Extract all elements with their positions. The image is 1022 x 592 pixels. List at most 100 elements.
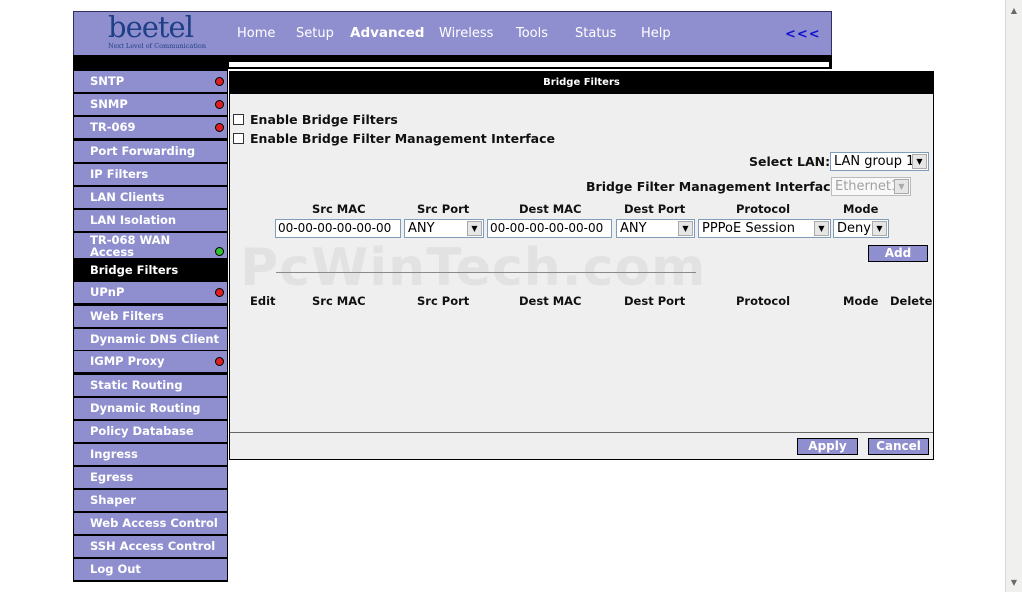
chevron-down-icon: ▼ xyxy=(814,221,829,236)
sidebar-item-ip-filters[interactable]: IP Filters xyxy=(74,164,227,185)
table-header-dest-port: Dest Port xyxy=(624,294,686,308)
divider xyxy=(276,272,696,273)
sidebar-item-tr068-wan-access[interactable]: TR-068 WAN Access xyxy=(74,233,227,258)
nav-back-link[interactable]: <<< xyxy=(785,27,821,42)
src-port-value: ANY xyxy=(408,221,435,236)
sidebar-item-label: IGMP Proxy xyxy=(90,354,165,368)
sidebar-item-lan-isolation[interactable]: LAN Isolation xyxy=(74,210,227,231)
logo-tagline: Next Level of Communication xyxy=(108,42,207,50)
sidebar-item-label: Egress xyxy=(90,470,134,484)
sidebar-item-web-access-control[interactable]: Web Access Control xyxy=(74,513,227,534)
header-bar: beetel Next Level of Communication Home … xyxy=(73,10,832,56)
sidebar-item-label: TR-069 xyxy=(90,120,136,134)
sidebar-item-label: TR-068 WAN Access xyxy=(90,233,171,258)
sidebar-item-igmp-proxy[interactable]: IGMP Proxy xyxy=(74,351,227,372)
chevron-down-icon: ▼ xyxy=(872,221,887,236)
nav-help[interactable]: Help xyxy=(641,26,671,41)
form-header-mode: Mode xyxy=(843,202,879,216)
dest-port-dropdown[interactable]: ANY ▼ xyxy=(616,219,695,238)
table-header-delete: Delete xyxy=(890,294,933,308)
table-header-src-port: Src Port xyxy=(417,294,470,308)
panel-title: Bridge Filters xyxy=(230,72,933,94)
sidebar-item-bridge-filters[interactable]: Bridge Filters xyxy=(74,260,227,281)
form-header-src-mac: Src MAC xyxy=(312,202,366,216)
select-lan-value: LAN group 1 xyxy=(834,154,915,169)
mode-value: Deny xyxy=(837,221,871,236)
nav-setup[interactable]: Setup xyxy=(296,26,334,41)
sidebar-item-port-forwarding[interactable]: Port Forwarding xyxy=(74,141,227,162)
scroll-down-icon[interactable]: ▼ xyxy=(1006,574,1022,590)
sidebar-item-log-out[interactable]: Log Out xyxy=(74,559,227,580)
sidebar-item-lan-clients[interactable]: LAN Clients xyxy=(74,187,227,208)
select-lan-dropdown[interactable]: LAN group 1 ▼ xyxy=(830,152,929,171)
watermark-text: PcWinTech.com xyxy=(240,238,707,298)
status-red-icon xyxy=(215,100,224,109)
status-red-icon xyxy=(215,357,224,366)
bridge-filters-panel: Bridge Filters PcWinTech.com Enable Brid… xyxy=(229,71,934,460)
sidebar-item-label: Dynamic Routing xyxy=(90,401,201,415)
status-red-icon xyxy=(215,123,224,132)
nav-tools[interactable]: Tools xyxy=(516,26,548,41)
sidebar-item-label: UPnP xyxy=(90,285,125,299)
sidebar-item-label: Web Access Control xyxy=(90,516,218,530)
sidebar-item-label: Static Routing xyxy=(90,378,183,392)
enable-bridge-filters-label: Enable Bridge Filters xyxy=(250,112,398,127)
form-header-src-port: Src Port xyxy=(417,202,470,216)
enable-mgmt-interface-checkbox[interactable] xyxy=(233,133,244,144)
nav-wireless[interactable]: Wireless xyxy=(439,26,493,41)
table-header-mode: Mode xyxy=(843,294,879,308)
sidebar-item-shaper[interactable]: Shaper xyxy=(74,490,227,511)
sidebar-item-label: Dynamic DNS Client xyxy=(90,332,219,346)
sidebar-item-label: Bridge Filters xyxy=(90,263,179,277)
sidebar-item-label: Port Forwarding xyxy=(90,144,196,158)
sidebar-item-label: SNTP xyxy=(90,74,125,88)
sidebar-item-label: Ingress xyxy=(90,447,138,461)
nav-status[interactable]: Status xyxy=(575,26,616,41)
sidebar-item-static-routing[interactable]: Static Routing xyxy=(74,375,227,396)
sidebar-item-egress[interactable]: Egress xyxy=(74,467,227,488)
sidebar-item-web-filters[interactable]: Web Filters xyxy=(74,306,227,327)
sidebar-item-dynamic-dns-client[interactable]: Dynamic DNS Client xyxy=(74,329,227,350)
mode-dropdown[interactable]: Deny ▼ xyxy=(833,219,889,238)
nav-advanced[interactable]: Advanced xyxy=(350,25,424,41)
form-header-dest-mac: Dest MAC xyxy=(519,202,582,216)
sidebar-item-dynamic-routing[interactable]: Dynamic Routing xyxy=(74,398,227,419)
sidebar-item-ssh-access-control[interactable]: SSH Access Control xyxy=(74,536,227,557)
add-button[interactable]: Add xyxy=(868,245,928,262)
vertical-scrollbar[interactable]: ▲ ▼ xyxy=(1005,0,1022,592)
table-header-dest-mac: Dest MAC xyxy=(519,294,582,308)
sidebar-item-tr069[interactable]: TR-069 xyxy=(74,117,227,138)
sidebar-item-label: SSH Access Control xyxy=(90,539,216,553)
status-red-icon xyxy=(215,288,224,297)
sidebar-item-policy-database[interactable]: Policy Database xyxy=(74,421,227,442)
chevron-down-icon: ▼ xyxy=(467,221,482,236)
src-mac-input[interactable]: 00-00-00-00-00-00 xyxy=(275,219,401,238)
header-divider-inner xyxy=(229,62,829,67)
sidebar-item-label: SNMP xyxy=(90,97,128,111)
form-header-dest-port: Dest Port xyxy=(624,202,686,216)
dest-mac-input[interactable]: 00-00-00-00-00-00 xyxy=(487,219,612,238)
sidebar-item-sntp[interactable]: SNTP xyxy=(74,71,227,92)
sidebar-item-snmp[interactable]: SNMP xyxy=(74,94,227,115)
enable-bridge-filters-row: Enable Bridge Filters xyxy=(233,112,398,127)
cancel-button[interactable]: Cancel xyxy=(868,438,929,455)
src-port-dropdown[interactable]: ANY ▼ xyxy=(404,219,484,238)
table-header-edit: Edit xyxy=(250,294,276,308)
brand-logo[interactable]: beetel Next Level of Communication xyxy=(102,10,206,54)
protocol-dropdown[interactable]: PPPoE Session ▼ xyxy=(698,219,831,238)
mgmt-interface-label: Bridge Filter Management Interface: xyxy=(586,179,845,194)
sidebar-item-label: Shaper xyxy=(90,493,136,507)
logo-text: beetel xyxy=(108,10,194,44)
status-red-icon xyxy=(215,77,224,86)
apply-button[interactable]: Apply xyxy=(797,438,858,455)
enable-bridge-filters-checkbox[interactable] xyxy=(233,114,244,125)
sidebar: SNTP SNMP TR-069 Port Forwarding IP Filt… xyxy=(73,69,228,582)
sidebar-item-label: LAN Isolation xyxy=(90,213,177,227)
footer-divider xyxy=(230,432,933,433)
table-header-src-mac: Src MAC xyxy=(312,294,366,308)
sidebar-item-upnp[interactable]: UPnP xyxy=(74,282,227,303)
scroll-up-icon[interactable]: ▲ xyxy=(1006,2,1022,18)
nav-home[interactable]: Home xyxy=(237,26,275,41)
sidebar-item-ingress[interactable]: Ingress xyxy=(74,444,227,465)
sidebar-item-label: Policy Database xyxy=(90,424,194,438)
